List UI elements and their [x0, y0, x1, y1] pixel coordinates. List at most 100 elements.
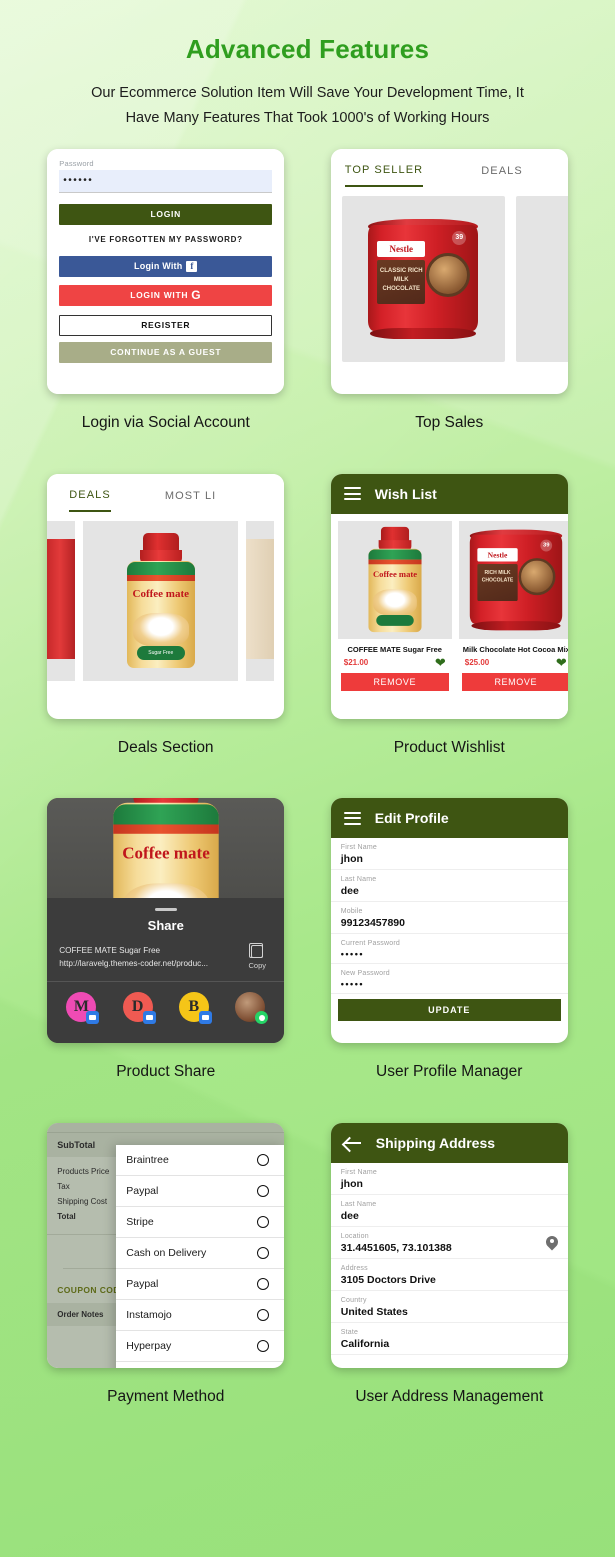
- deals-carousel[interactable]: Coffee mate Sugar Free: [47, 511, 285, 681]
- tab-deals[interactable]: DEALS: [481, 165, 523, 186]
- phone-share-screen: Coffee mate Share COFFEE MATE Sugar Free…: [47, 798, 285, 1044]
- payment-option-label: Stripe: [126, 1216, 154, 1229]
- product-tile-next[interactable]: [515, 195, 568, 362]
- remove-button[interactable]: REMOVE: [340, 672, 449, 691]
- coffee-mate-bottle-image: Coffee mate Sugar Free: [123, 533, 199, 669]
- radio-button[interactable]: [257, 1154, 270, 1167]
- payment-option-label: Braintree: [126, 1154, 169, 1167]
- field-label: Location: [340, 1233, 369, 1241]
- field-mobile[interactable]: Mobile 99123457890: [330, 902, 568, 935]
- field-label: Address: [340, 1265, 368, 1273]
- share-app-whatsapp-contact-icon[interactable]: [235, 992, 269, 1025]
- address-appbar: Shipping Address: [330, 1123, 568, 1164]
- wishlist-item-pricerow: $21.00 ❤: [338, 656, 452, 673]
- back-arrow-icon[interactable]: [343, 1136, 362, 1150]
- payment-option[interactable]: Cash on Delivery: [116, 1238, 285, 1270]
- field-label: Last Name: [340, 1201, 377, 1209]
- field-address[interactable]: Address 3105 Doctors Drive: [330, 1259, 568, 1292]
- payment-option-label: Cash on Delivery: [126, 1247, 207, 1260]
- payment-option-label: Hyperpay: [126, 1340, 172, 1353]
- product-tile[interactable]: Coffee mate Sugar Free: [83, 520, 239, 681]
- profile-title: Edit Profile: [374, 810, 449, 827]
- product-tile[interactable]: Nestle CLASSIC RICH MILK CHOCOLATE 39: [341, 195, 505, 362]
- field-current-password[interactable]: Current Password •••••: [330, 934, 568, 965]
- password-input[interactable]: ••••••: [59, 169, 273, 193]
- wishlist-item-name: COFFEE MATE Sugar Free: [347, 644, 442, 654]
- google-login-label: LOGIN WITH: [130, 290, 189, 301]
- tab-deals[interactable]: DEALS: [69, 489, 111, 512]
- wishlist-item-price: $25.00: [464, 657, 490, 667]
- share-link-row: COFFEE MATE Sugar Free http://laravelg.t…: [47, 942, 284, 981]
- feature-caption: Payment Method: [107, 1388, 225, 1406]
- wishlist-item[interactable]: Nestle RICH MILK CHOCOLATE 39 Milk Choco…: [458, 520, 568, 719]
- payment-background: SubTotal Products Price Tax Shipping Cos…: [47, 1123, 285, 1369]
- remove-button[interactable]: REMOVE: [461, 672, 568, 691]
- wishlist-item-name: Milk Chocolate Hot Cocoa Mix: [462, 644, 568, 654]
- sheet-grabber[interactable]: [154, 908, 177, 912]
- share-link-text: COFFEE MATE Sugar Free http://laravelg.t…: [59, 946, 209, 968]
- heart-icon[interactable]: ❤: [435, 656, 446, 669]
- payment-option[interactable]: Paypal: [116, 1269, 285, 1301]
- radio-button[interactable]: [257, 1309, 270, 1322]
- field-value: jhon: [340, 1178, 363, 1191]
- share-title: Share: [147, 918, 184, 934]
- field-new-password[interactable]: New Password •••••: [330, 964, 568, 995]
- field-label: First Name: [340, 1169, 377, 1177]
- phone-top-seller-screen: TOP SELLER DEALS Nestle CLASSIC RICH MIL…: [330, 148, 568, 394]
- product-tile-next[interactable]: [246, 520, 275, 681]
- field-value: United States: [340, 1306, 408, 1319]
- field-last-name[interactable]: Last Name dee: [330, 870, 568, 903]
- radio-button[interactable]: [257, 1185, 270, 1198]
- coffee-mate-bottle-image: Coffee mate: [107, 798, 225, 899]
- field-first-name[interactable]: First Name jhon: [330, 1163, 568, 1196]
- payment-option[interactable]: Paypal: [116, 1176, 285, 1208]
- update-button[interactable]: UPDATE: [337, 999, 561, 1022]
- payment-option[interactable]: Instamojo: [116, 1300, 285, 1332]
- copy-button[interactable]: Copy: [242, 942, 272, 971]
- share-app-messenger-icon[interactable]: M: [66, 992, 100, 1025]
- field-country[interactable]: Country United States: [330, 1291, 568, 1324]
- tab-most-liked[interactable]: MOST LI: [165, 490, 217, 511]
- tab-top-seller[interactable]: TOP SELLER: [344, 164, 424, 187]
- menu-icon[interactable]: [343, 487, 361, 501]
- register-button[interactable]: REGISTER: [59, 314, 273, 336]
- facebook-login-button[interactable]: Login With f: [59, 255, 273, 277]
- field-value: •••••: [340, 949, 365, 960]
- radio-button[interactable]: [257, 1278, 270, 1291]
- wishlist-items: Coffee mate COFFEE MATE Sugar Free $21.0…: [330, 513, 568, 719]
- payment-option[interactable]: Hyperpay: [116, 1331, 285, 1363]
- radio-button[interactable]: [257, 1340, 270, 1353]
- forgot-password-link[interactable]: I'VE FORGOTTEN MY PASSWORD?: [59, 232, 272, 248]
- share-bottom-sheet: Share COFFEE MATE Sugar Free http://lara…: [47, 898, 285, 1044]
- field-label: New Password: [340, 970, 390, 978]
- share-app-b-icon[interactable]: B: [178, 992, 212, 1025]
- feature-cell-login: Password •••••• LOGIN I'VE FORGOTTEN MY …: [30, 148, 302, 474]
- product-tile-prev[interactable]: [47, 520, 76, 681]
- google-login-button[interactable]: LOGIN WITH G: [59, 284, 273, 306]
- copy-icon: [248, 942, 264, 959]
- field-label: Mobile: [340, 908, 363, 916]
- field-state[interactable]: State California: [330, 1323, 568, 1356]
- field-last-name[interactable]: Last Name dee: [330, 1195, 568, 1228]
- radio-button[interactable]: [257, 1247, 270, 1260]
- payment-option[interactable]: Stripe: [116, 1207, 285, 1239]
- map-pin-icon[interactable]: [546, 1236, 558, 1252]
- heart-icon[interactable]: ❤: [556, 656, 567, 669]
- menu-icon[interactable]: [343, 811, 361, 825]
- phone-shipping-address-screen: Shipping Address First Name jhon Last Na…: [330, 1123, 568, 1369]
- login-button[interactable]: LOGIN: [59, 203, 273, 225]
- field-first-name[interactable]: First Name jhon: [330, 838, 568, 871]
- radio-button[interactable]: [257, 1216, 270, 1229]
- share-app-d-icon[interactable]: D: [122, 992, 156, 1025]
- wishlist-item[interactable]: Coffee mate COFFEE MATE Sugar Free $21.0…: [337, 520, 452, 719]
- feature-caption: User Profile Manager: [376, 1063, 523, 1081]
- field-location[interactable]: Location 31.4451605, 73.101388: [330, 1227, 568, 1260]
- continue-as-guest-button[interactable]: CONTINUE AS A GUEST: [59, 341, 273, 363]
- top-seller-carousel[interactable]: Nestle CLASSIC RICH MILK CHOCOLATE 39: [330, 186, 568, 362]
- share-product-image: Coffee mate: [47, 798, 285, 899]
- copy-label: Copy: [248, 961, 266, 971]
- payment-option[interactable]: Braintree: [116, 1145, 285, 1177]
- field-value: 31.4451605, 73.101388: [340, 1242, 452, 1255]
- field-value: 3105 Doctors Drive: [340, 1274, 436, 1287]
- page-header: Advanced Features Our Ecommerce Solution…: [0, 0, 615, 131]
